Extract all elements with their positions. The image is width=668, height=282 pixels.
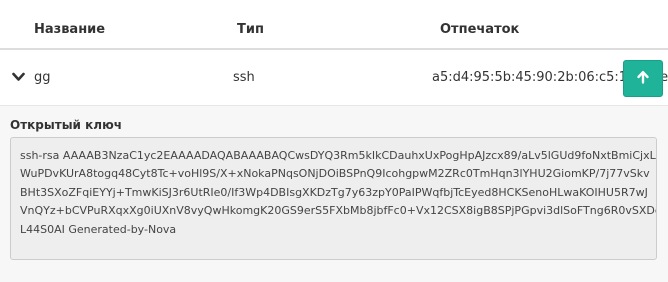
- public-key-line: VnQYz+bCVPuRXqxXg0iUXnV8vyQwHkomgK20GS9e…: [20, 204, 657, 218]
- public-key-text[interactable]: ssh-rsa AAAAB3NzaC1yc2EAAAADAQABAAABAQCw…: [10, 137, 657, 260]
- public-key-line: L44S0AI Generated-by-Nova: [20, 222, 177, 236]
- public-key-line: WuPDvKUrA8togq48Cyt8Tc+voHl9S/X+xNokaPNq…: [20, 167, 650, 181]
- public-key-label: Открытый ключ: [10, 118, 122, 132]
- keypair-name: gg: [34, 70, 51, 85]
- chevron-down-icon[interactable]: [12, 71, 25, 83]
- column-header-type[interactable]: Тип: [237, 22, 264, 37]
- scroll-to-top-button[interactable]: [623, 60, 663, 97]
- keypair-panel: Название Тип Отпечаток gg ssh a5:d4:95:5…: [0, 0, 668, 282]
- row-detail: Открытый ключ ssh-rsa AAAAB3NzaC1yc2EAAA…: [0, 106, 668, 282]
- column-header-name[interactable]: Название: [34, 22, 105, 37]
- public-key-line: ssh-rsa AAAAB3NzaC1yc2EAAAADAQABAAABAQCw…: [20, 149, 656, 162]
- column-header-fingerprint[interactable]: Отпечаток: [440, 22, 519, 37]
- arrow-up-icon: [636, 69, 650, 88]
- table-header: Название Тип Отпечаток: [0, 0, 668, 50]
- table-row[interactable]: gg ssh a5:d4:95:5b:45:90:2b:06:c5:17:ea:…: [0, 52, 668, 106]
- keypair-type: ssh: [233, 70, 255, 85]
- public-key-line: BHt3SXoZFqiEYYj+TmwKiSJ3r6UtRIe0/If3Wp4D…: [20, 185, 648, 199]
